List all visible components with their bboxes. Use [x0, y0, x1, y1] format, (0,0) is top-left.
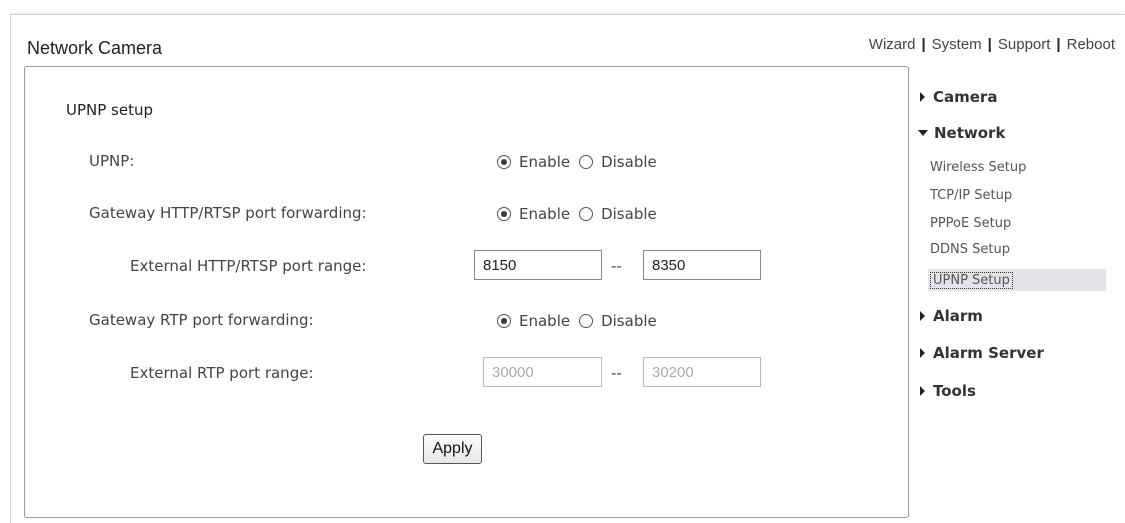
caret-right-icon [920, 348, 925, 358]
nav-separator: | [921, 36, 926, 53]
rtp-forwarding-radio-group: Enable Disable [497, 312, 666, 330]
rtp-range-to-input[interactable] [643, 357, 761, 387]
top-navigation: Wizard | System | Support | Reboot [869, 36, 1115, 53]
sidebar-item-tools[interactable]: Tools [918, 382, 976, 400]
sidebar-item-label: Alarm [933, 307, 983, 325]
apply-button[interactable]: Apply [423, 434, 482, 464]
caret-down-icon [918, 130, 928, 136]
radio-unchecked-icon[interactable] [579, 155, 594, 169]
nav-separator: | [987, 36, 992, 53]
nav-wizard-link[interactable]: Wizard [869, 36, 916, 53]
rtp-forwarding-enable-label: Enable [519, 312, 571, 330]
rtp-forwarding-label: Gateway RTP port forwarding: [89, 311, 314, 329]
range-separator: -- [611, 364, 622, 382]
upnp-label: UPNP: [89, 152, 135, 170]
app-title: Network Camera [27, 38, 163, 58]
nav-support-link[interactable]: Support [998, 36, 1051, 53]
nav-system-link[interactable]: System [932, 36, 982, 53]
http-forwarding-enable-label: Enable [519, 205, 571, 223]
sidebar-item-camera[interactable]: Camera [918, 88, 997, 106]
caret-right-icon [920, 386, 925, 396]
upnp-radio-group: Enable Disable [497, 153, 666, 171]
nav-reboot-link[interactable]: Reboot [1067, 36, 1115, 53]
sidebar-item-pppoe-setup[interactable]: PPPoE Setup [930, 216, 1011, 231]
radio-unchecked-icon[interactable] [579, 314, 594, 328]
sidebar-item-label: Camera [933, 88, 998, 106]
http-forwarding-enable-option[interactable]: Enable [497, 205, 570, 223]
http-range-to-input[interactable] [643, 250, 761, 280]
sidebar-item-label: UPNP Setup [930, 271, 1013, 289]
sidebar-item-upnp-setup[interactable]: UPNP Setup [928, 269, 1106, 291]
http-range-label: External HTTP/RTSP port range: [130, 257, 367, 275]
radio-checked-icon[interactable] [497, 314, 511, 328]
sidebar-item-label: Tools [933, 382, 976, 400]
sidebar-item-wireless-setup[interactable]: Wireless Setup [930, 160, 1026, 175]
rtp-forwarding-disable-label: Disable [601, 312, 657, 330]
section-title: UPNP setup [66, 101, 154, 119]
http-forwarding-disable-label: Disable [601, 205, 657, 223]
rtp-range-from-input[interactable] [483, 357, 602, 387]
nav-separator: | [1056, 36, 1061, 53]
http-forwarding-radio-group: Enable Disable [497, 205, 666, 223]
http-forwarding-disable-option[interactable]: Disable [579, 205, 657, 223]
rtp-forwarding-enable-option[interactable]: Enable [497, 312, 570, 330]
http-forwarding-label: Gateway HTTP/RTSP port forwarding: [89, 204, 367, 222]
caret-right-icon [920, 92, 925, 102]
sidebar-item-ddns-setup[interactable]: DDNS Setup [930, 242, 1010, 257]
radio-unchecked-icon[interactable] [579, 207, 594, 221]
sidebar-item-alarm-server[interactable]: Alarm Server [918, 344, 1044, 362]
sidebar-item-tcpip-setup[interactable]: TCP/IP Setup [930, 188, 1012, 203]
range-separator: -- [611, 257, 622, 275]
sidebar-item-label: Alarm Server [933, 344, 1044, 362]
caret-right-icon [920, 311, 925, 321]
rtp-range-label: External RTP port range: [130, 364, 314, 382]
http-range-from-input[interactable] [474, 250, 602, 280]
sidebar-item-alarm[interactable]: Alarm [918, 307, 983, 325]
sidebar-item-network[interactable]: Network [918, 124, 1005, 142]
upnp-disable-option[interactable]: Disable [579, 153, 657, 171]
radio-checked-icon[interactable] [497, 207, 511, 221]
radio-checked-icon[interactable] [497, 155, 511, 169]
upnp-enable-label: Enable [519, 153, 571, 171]
rtp-forwarding-disable-option[interactable]: Disable [579, 312, 657, 330]
upnp-disable-label: Disable [601, 153, 657, 171]
sidebar-item-label: Network [934, 124, 1006, 142]
upnp-enable-option[interactable]: Enable [497, 153, 570, 171]
